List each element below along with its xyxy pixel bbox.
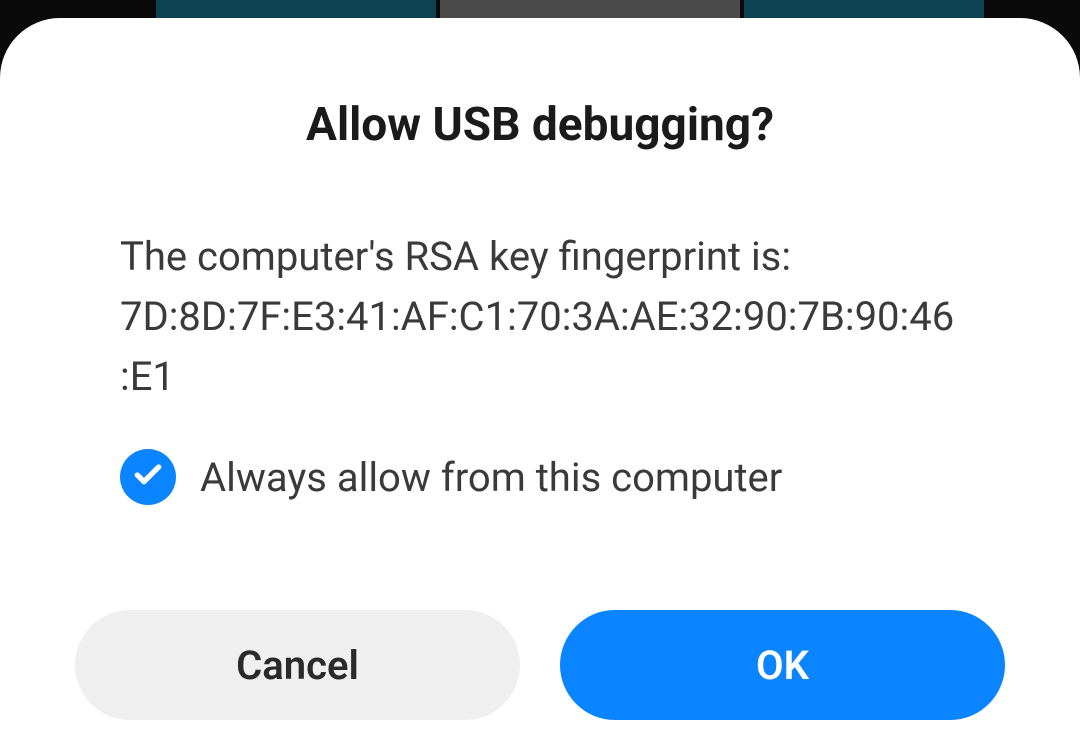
- always-allow-checkbox[interactable]: [120, 449, 176, 505]
- dialog-message: The computer's RSA key fingerprint is:7D…: [120, 227, 960, 407]
- usb-debugging-dialog: Allow USB debugging? The computer's RSA …: [0, 18, 1080, 742]
- bg-panel: [440, 0, 740, 20]
- dialog-title: Allow USB debugging?: [120, 98, 960, 152]
- ok-button[interactable]: OK: [560, 610, 1005, 720]
- bg-panel: [156, 0, 436, 20]
- dialog-button-row: Cancel OK: [75, 610, 1005, 720]
- always-allow-checkbox-row[interactable]: Always allow from this computer: [120, 449, 960, 505]
- checkmark-icon: [132, 459, 164, 495]
- cancel-button[interactable]: Cancel: [75, 610, 520, 720]
- always-allow-label: Always allow from this computer: [200, 454, 782, 501]
- bg-panel: [744, 0, 984, 20]
